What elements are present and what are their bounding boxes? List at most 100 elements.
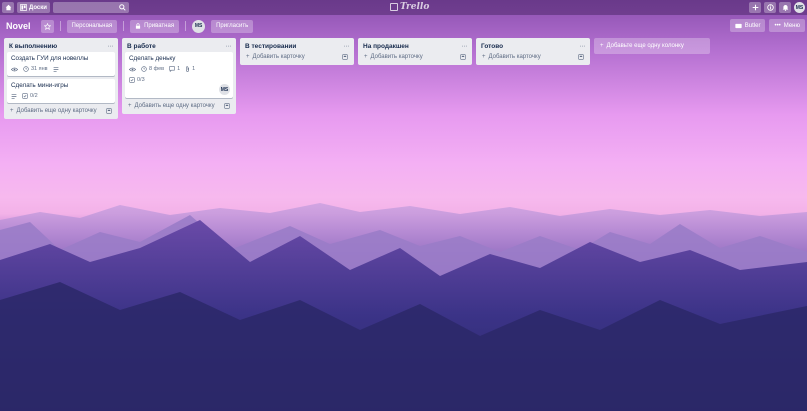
add-card-button[interactable]: + Добавить карточку [364, 54, 423, 60]
add-card-button[interactable]: + Добавить карточку [482, 54, 541, 60]
card-member-avatar[interactable]: MS [219, 84, 230, 95]
butler-button[interactable]: Butler [729, 19, 766, 32]
attachments-count: 1 [192, 66, 196, 72]
watch-badge [11, 67, 18, 72]
list-menu-icon[interactable]: ··· [580, 43, 586, 50]
plus-icon [752, 4, 758, 11]
add-card-label: Добавить карточку [252, 54, 305, 60]
due-date-badge: 31 янв [23, 66, 48, 72]
trello-logo[interactable]: Trello [390, 2, 429, 12]
menu-button[interactable]: ••• Меню [769, 19, 805, 32]
card[interactable]: Создать ГУИ для новеллы 31 янв [7, 52, 115, 76]
private-label: Приватная [144, 23, 175, 29]
butler-label: Butler [744, 22, 761, 29]
member-avatar[interactable]: MS [192, 19, 206, 33]
list-title[interactable]: На продакшен [363, 43, 409, 50]
template-icon[interactable] [460, 54, 466, 60]
notifications-button[interactable] [779, 2, 791, 13]
plus-icon: + [246, 54, 250, 60]
checklist-icon [129, 77, 135, 83]
plus-icon: + [128, 103, 132, 109]
checklist-text: 0/2 [30, 93, 38, 99]
star-icon [43, 22, 51, 30]
boards-button[interactable]: Доски [17, 2, 50, 13]
logo-text: Trello [400, 2, 430, 12]
card[interactable]: Сделать мини-игры 0/2 [7, 79, 115, 103]
add-card-button[interactable]: + Добавить еще одну карточку [128, 103, 215, 109]
add-card-label: Добавить карточку [488, 54, 541, 60]
checklist-badge: 0/3 [129, 77, 145, 83]
top-nav: Доски Trello MS [0, 0, 807, 15]
search-icon [119, 4, 126, 11]
list-menu-icon[interactable]: ··· [344, 43, 350, 50]
invite-button[interactable]: Пригласить [211, 19, 254, 33]
add-card-label: Добавить карточку [370, 54, 423, 60]
add-card-row: + Добавить карточку [479, 52, 587, 62]
add-list-button[interactable]: + Добавьте еще одну колонку [594, 38, 710, 54]
list-title[interactable]: В работе [127, 43, 156, 50]
clock-icon [141, 66, 147, 72]
create-button[interactable] [749, 2, 761, 13]
list-menu-icon[interactable]: ··· [462, 43, 468, 50]
boards-icon [20, 4, 27, 11]
trello-logo-icon [390, 3, 398, 11]
paperclip-icon [186, 66, 190, 72]
list-title[interactable]: Готово [481, 43, 503, 50]
team-button[interactable]: Персональная [66, 19, 118, 33]
comment-icon [169, 66, 175, 72]
card-badges: 8 фев 1 1 [129, 65, 229, 73]
list-header[interactable]: Готово ··· [479, 40, 587, 52]
home-icon [5, 4, 11, 11]
description-icon [11, 93, 17, 99]
card-badges: 31 янв [11, 65, 111, 73]
plus-icon: + [482, 54, 486, 60]
card-badges: 0/3 [129, 76, 229, 84]
attachments-badge: 1 [185, 66, 195, 72]
board-title[interactable]: Novel [6, 21, 31, 31]
template-icon[interactable] [578, 54, 584, 60]
list-testing: В тестировании ··· + Добавить карточку [240, 38, 354, 65]
list-todo: К выполнению ··· Создать ГУИ для новеллы… [4, 38, 118, 119]
list-title[interactable]: К выполнению [9, 43, 57, 50]
board-header: Novel Персональная Приватная MS Пригласи… [0, 17, 807, 35]
eye-icon [11, 67, 18, 71]
add-card-button[interactable]: + Добавить карточку [246, 54, 305, 60]
user-avatar[interactable]: MS [794, 2, 805, 13]
bell-icon [782, 5, 788, 11]
template-icon[interactable] [106, 108, 112, 114]
list-menu-icon[interactable]: ··· [108, 43, 114, 50]
add-list-label: Добавьте еще одну колонку [606, 43, 684, 49]
plus-icon: + [364, 54, 368, 60]
list-header[interactable]: На продакшен ··· [361, 40, 469, 52]
checklist-text: 0/3 [137, 77, 145, 83]
template-icon[interactable] [342, 54, 348, 60]
add-card-row: + Добавить еще одну карточку [125, 101, 233, 111]
list-menu-icon[interactable]: ··· [226, 43, 232, 50]
card[interactable]: Сделать деньку 8 фев 1 1 0/3 MS [125, 52, 233, 98]
description-badge [11, 93, 17, 99]
plus-icon: + [10, 108, 14, 114]
divider [185, 21, 187, 31]
home-button[interactable] [2, 2, 14, 13]
due-date-text: 8 фев [149, 66, 165, 72]
info-button[interactable] [764, 2, 776, 13]
list-production: На продакшен ··· + Добавить карточку [358, 38, 472, 65]
list-header[interactable]: В тестировании ··· [243, 40, 351, 52]
list-header[interactable]: В работе ··· [125, 40, 233, 52]
add-card-label: Добавить еще одну карточку [134, 103, 215, 109]
divider [123, 21, 125, 31]
template-icon[interactable] [224, 103, 230, 109]
star-button[interactable] [40, 19, 54, 33]
add-card-button[interactable]: + Добавить еще одну карточку [10, 108, 97, 114]
list-title[interactable]: В тестировании [245, 43, 296, 50]
boards-label: Доски [29, 4, 47, 11]
personal-label: Персональная [71, 23, 113, 29]
list-header[interactable]: К выполнению ··· [7, 40, 115, 52]
menu-dots-icon: ••• [774, 22, 781, 29]
watch-badge [129, 67, 136, 72]
search-input[interactable] [52, 2, 129, 13]
invite-label: Пригласить [216, 23, 249, 29]
clock-icon [23, 66, 29, 72]
member-initials: MS [194, 23, 203, 29]
visibility-button[interactable]: Приватная [130, 19, 180, 33]
